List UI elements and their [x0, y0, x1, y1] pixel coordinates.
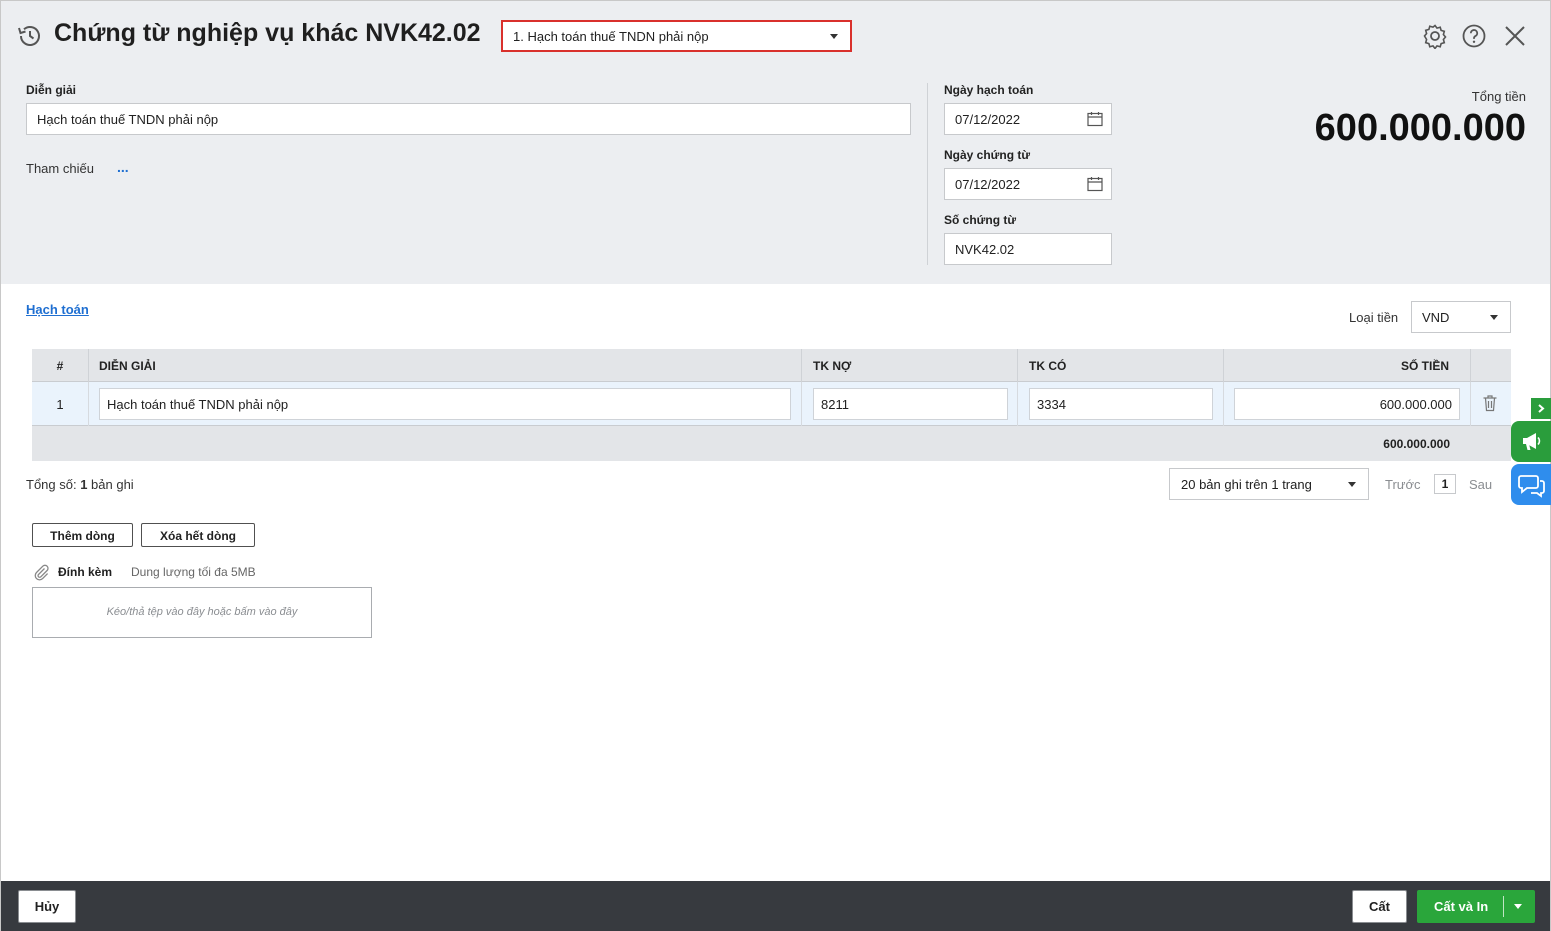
- voucher-header-panel: Chứng từ nghiệp vụ khác NVK42.02 1. Hạch…: [1, 1, 1550, 284]
- voucher-date-field[interactable]: 07/12/2022: [944, 168, 1112, 200]
- record-count-suffix: bản ghi: [87, 477, 134, 492]
- page-size-value: 20 bản ghi trên 1 trang: [1181, 477, 1312, 492]
- side-panel-toggle[interactable]: [1531, 398, 1551, 419]
- help-icon[interactable]: [1461, 23, 1487, 49]
- description-input[interactable]: Hạch toán thuế TNDN phải nộp: [26, 103, 911, 135]
- add-row-button[interactable]: Thêm dòng: [32, 523, 133, 547]
- voucher-date-value: 07/12/2022: [955, 177, 1021, 192]
- page-title: Chứng từ nghiệp vụ khác NVK42.02: [54, 19, 481, 47]
- announcement-button[interactable]: [1511, 421, 1551, 462]
- reference-label: Tham chiếu: [26, 161, 94, 176]
- total-amount: 600.000.000: [1314, 107, 1526, 149]
- attachment-size-hint: Dung lượng tối đa 5MB: [131, 565, 256, 579]
- save-and-print-button[interactable]: Cất và In: [1417, 890, 1535, 923]
- save-and-print-label: Cất và In: [1434, 899, 1489, 914]
- gear-icon[interactable]: [1422, 23, 1448, 49]
- grid-footer: 600.000.000: [32, 426, 1511, 461]
- prev-page-button[interactable]: Trước: [1385, 477, 1421, 492]
- button-separator: [1503, 896, 1504, 917]
- footer-bar: Hủy Cất Cất và In: [1, 881, 1550, 931]
- voucher-date-label: Ngày chứng từ: [944, 148, 1031, 162]
- page-size-select[interactable]: 20 bản ghi trên 1 trang: [1169, 468, 1369, 500]
- chevron-down-icon: [830, 34, 838, 39]
- row-number: 1: [32, 382, 89, 426]
- description-label: Diễn giải: [26, 83, 77, 97]
- row-credit-cell: 3334: [1018, 382, 1224, 426]
- chevron-down-icon: [1490, 315, 1498, 320]
- column-header-description: DIỄN GIẢI: [89, 349, 802, 382]
- save-button[interactable]: Cất: [1352, 890, 1407, 923]
- record-count: Tổng số: 1 bản ghi: [26, 477, 134, 492]
- row-description-cell: Hạch toán thuế TNDN phải nộp: [89, 382, 802, 426]
- history-icon[interactable]: [17, 23, 43, 49]
- voucher-type-value: 1. Hạch toán thuế TNDN phải nộp: [513, 29, 709, 44]
- current-page[interactable]: 1: [1434, 474, 1456, 494]
- chevron-down-icon: [1348, 482, 1356, 487]
- row-debit-input[interactable]: 8211: [813, 388, 1008, 420]
- reference-link[interactable]: ...: [117, 159, 129, 175]
- row-description-input[interactable]: Hạch toán thuế TNDN phải nộp: [99, 388, 791, 420]
- table-row[interactable]: 1 Hạch toán thuế TNDN phải nộp 8211 3334…: [32, 382, 1511, 426]
- posting-date-value: 07/12/2022: [955, 112, 1021, 127]
- currency-label: Loại tiền: [1349, 310, 1399, 325]
- total-label: Tổng tiền: [1471, 89, 1526, 104]
- attachment-label: Đính kèm: [58, 565, 113, 579]
- section-divider: [927, 83, 928, 265]
- row-amount-input[interactable]: 600.000.000: [1234, 388, 1460, 420]
- grid-total-amount: 600.000.000: [1383, 437, 1450, 451]
- column-header-debit: TK NỢ: [802, 349, 1018, 382]
- next-page-button[interactable]: Sau: [1469, 477, 1492, 492]
- paperclip-icon: [34, 564, 49, 581]
- delete-all-rows-button[interactable]: Xóa hết dòng: [141, 523, 255, 547]
- currency-value: VND: [1422, 310, 1450, 325]
- cancel-button[interactable]: Hủy: [18, 890, 76, 923]
- row-debit-cell: 8211: [802, 382, 1018, 426]
- record-count-prefix: Tổng số:: [26, 477, 81, 492]
- attachment-dropzone[interactable]: Kéo/thả tệp vào đây hoặc bấm vào đây: [32, 587, 372, 638]
- chat-button[interactable]: [1511, 464, 1551, 505]
- voucher-no-label: Số chứng từ: [944, 213, 1017, 227]
- column-header-credit: TK CÓ: [1018, 349, 1224, 382]
- posting-date-field[interactable]: 07/12/2022: [944, 103, 1112, 135]
- megaphone-icon: [1523, 433, 1541, 450]
- calendar-icon[interactable]: [1087, 176, 1103, 192]
- column-header-amount: SỐ TIỀN: [1224, 349, 1471, 382]
- calendar-icon[interactable]: [1087, 111, 1103, 127]
- column-header-no: #: [32, 349, 89, 382]
- close-icon[interactable]: [1502, 23, 1528, 49]
- row-amount-cell: 600.000.000: [1224, 382, 1471, 426]
- currency-select[interactable]: VND: [1411, 301, 1511, 333]
- trash-icon[interactable]: [1482, 394, 1498, 412]
- grid-header: # DIỄN GIẢI TK NỢ TK CÓ SỐ TIỀN: [32, 349, 1511, 382]
- chat-icon: [1518, 475, 1545, 498]
- chevron-down-icon[interactable]: [1514, 904, 1522, 909]
- chevron-right-icon: [1538, 404, 1545, 413]
- tab-posting[interactable]: Hạch toán: [26, 302, 89, 317]
- posting-date-label: Ngày hạch toán: [944, 83, 1034, 97]
- voucher-no-input[interactable]: NVK42.02: [944, 233, 1112, 265]
- row-credit-input[interactable]: 3334: [1029, 388, 1213, 420]
- voucher-type-select[interactable]: 1. Hạch toán thuế TNDN phải nộp: [501, 20, 852, 52]
